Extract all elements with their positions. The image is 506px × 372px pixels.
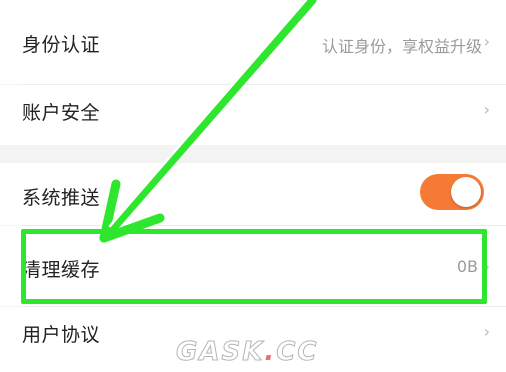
settings-item-account-security[interactable]: 账户安全 › xyxy=(0,85,506,145)
chevron-right-icon: › xyxy=(483,322,490,341)
identity-label: 身份认证 xyxy=(22,34,101,56)
push-toggle[interactable] xyxy=(420,174,484,210)
watermark: GASK.CC xyxy=(175,337,319,368)
clear-cache-label: 清理缓存 xyxy=(22,259,101,281)
chevron-right-icon: › xyxy=(483,257,490,276)
settings-item-system-push[interactable]: 系统推送 xyxy=(0,163,506,225)
toggle-knob xyxy=(451,177,481,207)
section-gap xyxy=(0,145,506,163)
identity-value: 认证身份，享权益升级 xyxy=(321,37,482,56)
chevron-right-icon: › xyxy=(483,100,490,119)
cache-size-value: 0B xyxy=(456,257,478,276)
user-agreement-label: 用户协议 xyxy=(22,324,101,346)
chevron-right-icon: › xyxy=(483,32,490,51)
settings-item-identity[interactable]: 身份认证 认证身份，享权益升级 › xyxy=(0,0,506,84)
settings-item-clear-cache[interactable]: 清理缓存 0B › xyxy=(0,226,506,306)
system-push-label: 系统推送 xyxy=(22,187,101,209)
account-security-label: 账户安全 xyxy=(22,102,101,124)
